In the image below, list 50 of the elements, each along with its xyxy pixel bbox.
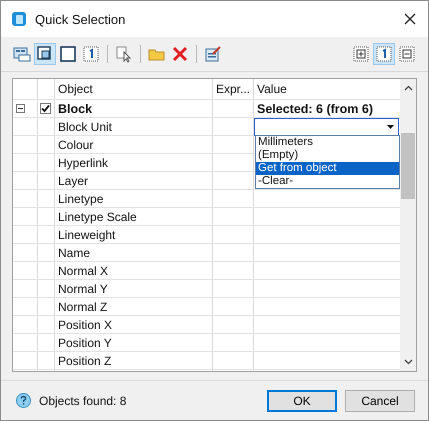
column-header[interactable]: Object <box>58 82 93 96</box>
square-icon <box>59 45 77 63</box>
property-name: Normal Y <box>58 282 108 296</box>
dropdown-option[interactable]: Millimeters <box>256 136 399 149</box>
edit-icon <box>204 45 222 63</box>
app-icon <box>11 11 27 27</box>
property-name: Position Y <box>58 336 112 350</box>
property-name: Linetype Scale <box>58 210 137 224</box>
dropdown-option[interactable]: (Empty) <box>256 149 399 162</box>
property-name: Normal Z <box>58 300 108 314</box>
property-name: Position X <box>58 318 112 332</box>
property-name: Linetype <box>58 192 104 206</box>
property-name: Colour <box>58 138 94 152</box>
scroll-up-icon[interactable] <box>404 85 412 91</box>
group-name: Block <box>58 102 92 116</box>
property-name: Layer <box>58 174 88 188</box>
close-icon[interactable] <box>404 13 416 25</box>
one-tool-button[interactable] <box>373 43 395 65</box>
value-dropdown[interactable] <box>254 118 399 136</box>
one-icon <box>82 45 100 63</box>
delete-icon <box>171 45 189 63</box>
window-tool-button[interactable] <box>34 43 56 65</box>
minus-icon <box>398 45 416 63</box>
plus-icon <box>352 45 370 63</box>
property-name: Hyperlink <box>58 156 108 170</box>
caret-icon[interactable] <box>387 125 394 129</box>
scrollbar-thumb[interactable] <box>401 133 415 199</box>
help-icon[interactable] <box>16 393 31 408</box>
ok-button[interactable]: OK <box>267 390 337 412</box>
property-name: Lineweight <box>58 228 116 242</box>
dropdown-option[interactable]: -Clear- <box>256 175 399 188</box>
property-name: Block Unit <box>58 120 112 134</box>
checkbox[interactable] <box>40 103 51 114</box>
scrollbar[interactable] <box>400 79 416 371</box>
fields-icon <box>13 45 31 63</box>
one-icon <box>375 45 393 63</box>
property-name: Name <box>58 246 90 260</box>
cursor-icon <box>115 45 133 63</box>
collapse-icon[interactable] <box>16 104 25 113</box>
property-name: Normal X <box>58 264 108 278</box>
dropdown-option[interactable]: Get from object <box>256 162 399 175</box>
group-value: Selected: 6 (from 6) <box>257 102 374 116</box>
window-title: Quick Selection <box>35 12 126 26</box>
property-name: Position Z <box>58 354 112 368</box>
square-tool-button[interactable] <box>57 43 79 65</box>
status-text: Objects found: 8 <box>39 394 126 408</box>
column-header[interactable]: Expr... <box>216 82 250 96</box>
cancel-button[interactable]: Cancel <box>345 390 415 412</box>
scroll-down-icon[interactable] <box>404 359 412 365</box>
column-header[interactable]: Value <box>257 82 287 96</box>
